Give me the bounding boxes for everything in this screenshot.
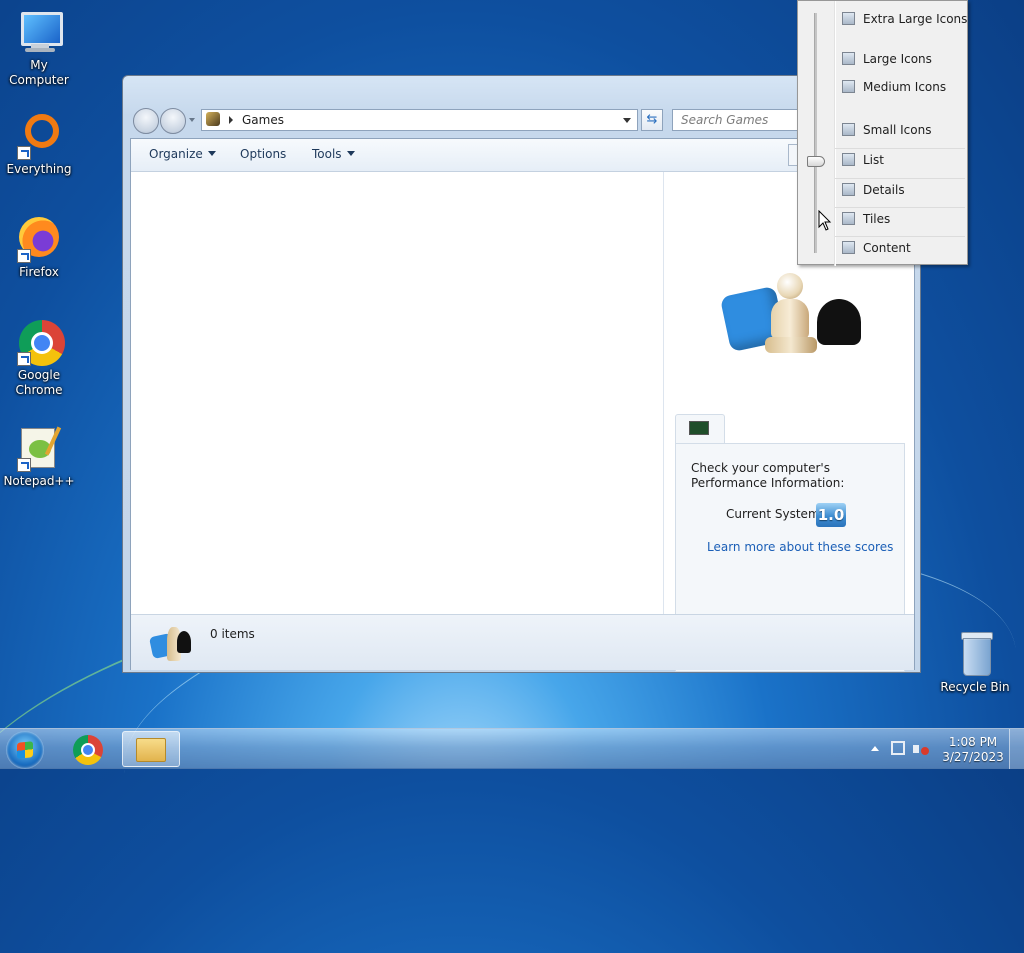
item-count: 0 items [210,627,255,641]
search-placeholder: Search Games [681,113,769,127]
learn-more-scores-link[interactable]: Learn more about these scores [707,540,893,554]
menu-item-label: Extra Large Icons [863,12,968,26]
back-button[interactable] [133,108,159,134]
menu-item-label: Content [863,241,911,255]
address-bar[interactable]: Games [201,109,638,131]
options-label: Options [240,147,287,161]
view-size-slider-thumb[interactable] [807,156,825,167]
system-clock[interactable]: 1:08 PM 3/27/2023 [938,735,1008,765]
breadcrumb-games[interactable]: Games [242,113,284,127]
desktop-icon-notepad-plus-plus[interactable]: Notepad++ [0,424,79,489]
shortcut-arrow-icon [17,146,31,160]
windows-logo-icon [17,741,33,759]
content-view-icon [842,241,855,254]
small-icons-icon [842,123,855,136]
performance-info-text: Check your computer's Performance Inform… [691,461,845,490]
address-dropdown-icon[interactable] [623,118,631,123]
recycle-bin-icon [951,630,999,678]
menu-item-label: Medium Icons [863,80,947,94]
desktop-icon-label: My Computer [9,58,69,87]
recent-pages-chevron-icon[interactable] [189,118,195,122]
view-size-slider-track[interactable] [814,13,817,253]
desktop-icon-label: Notepad++ [3,474,75,488]
taskbar: 1:08 PM 3/27/2023 [0,728,1024,769]
chevron-down-icon [346,151,355,156]
menu-item-label: Details [863,183,905,197]
start-button[interactable] [6,731,44,769]
desktop-icon-firefox[interactable]: Firefox [0,215,79,280]
notepad-plus-plus-icon [15,424,63,472]
clock-date: 3/27/2023 [942,750,1004,764]
extra-large-icons-icon [842,12,855,25]
breadcrumb-separator-icon[interactable] [229,116,233,124]
menu-item-list[interactable]: List [835,148,965,171]
current-system-label: Current System [726,507,820,521]
menu-item-label: List [863,153,884,167]
tiles-view-icon [842,212,855,225]
shortcut-arrow-icon [17,249,31,263]
computer-icon [15,8,63,56]
menu-item-label: Large Icons [863,52,932,66]
pane-divider[interactable] [663,172,664,614]
details-view-icon [842,183,855,196]
medium-icons-icon [842,80,855,93]
chrome-icon [15,318,65,366]
chrome-icon [73,735,103,765]
mouse-pointer-icon [818,210,832,231]
refresh-icon: ⇆ [646,112,658,127]
refresh-button[interactable]: ⇆ [641,109,663,131]
folder-icon [136,738,166,762]
performance-tab[interactable] [675,414,725,445]
desktop-icon-everything[interactable]: Everything [0,112,79,177]
taskbar-chrome[interactable] [60,731,118,767]
show-desktop-button[interactable] [1009,729,1024,769]
shortcut-arrow-icon [17,352,31,366]
menu-item-details[interactable]: Details [835,178,965,201]
games-folder-icon [206,112,220,126]
games-chess-puzzle-illustration [719,269,881,389]
desktop-icon-label: Everything [6,162,72,176]
large-icons-icon [842,52,855,65]
options-button[interactable]: Options [240,147,286,161]
volume-muted-icon[interactable] [913,741,929,757]
tools-label: Tools [312,147,342,161]
menu-item-content[interactable]: Content [835,236,965,259]
desktop-icon-google-chrome[interactable]: Google Chrome [0,318,79,398]
list-view-icon [842,153,855,166]
organize-menu-button[interactable]: Organize [149,147,216,161]
performance-monitor-icon [689,421,709,435]
desktop-icon-label: Firefox [19,265,59,279]
desktop-icon-label: Recycle Bin [940,680,1010,694]
shortcut-arrow-icon [17,458,31,472]
chevron-down-icon [207,151,216,156]
menu-item-small-icons[interactable]: Small Icons [835,119,965,141]
file-list-pane[interactable] [131,172,663,614]
taskbar-windows-explorer[interactable] [122,731,180,767]
menu-item-tiles[interactable]: Tiles [835,207,965,230]
menu-item-large-icons[interactable]: Large Icons [835,48,965,70]
forward-button[interactable] [160,108,186,134]
desktop-icon-label: Google Chrome [15,368,63,397]
menu-item-medium-icons[interactable]: Medium Icons [835,76,965,98]
show-hidden-icons-chevron-icon[interactable] [871,746,879,751]
organize-label: Organize [149,147,203,161]
menu-item-label: Small Icons [863,123,932,137]
menu-item-label: Tiles [863,212,891,226]
desktop-icon-my-computer[interactable]: My Computer [0,8,79,88]
firefox-icon [15,215,63,263]
everything-icon [15,112,63,160]
details-pane: 0 items [131,614,914,670]
desktop-icon-recycle-bin[interactable]: Recycle Bin [935,630,1015,695]
clock-time: 1:08 PM [948,735,998,749]
experience-index-score-badge: 1.0 [816,503,846,527]
tools-menu-button[interactable]: Tools [312,147,355,161]
games-folder-icon [148,623,191,663]
network-icon[interactable] [891,741,905,755]
menu-item-extra-large-icons[interactable]: Extra Large Icons [835,8,968,30]
